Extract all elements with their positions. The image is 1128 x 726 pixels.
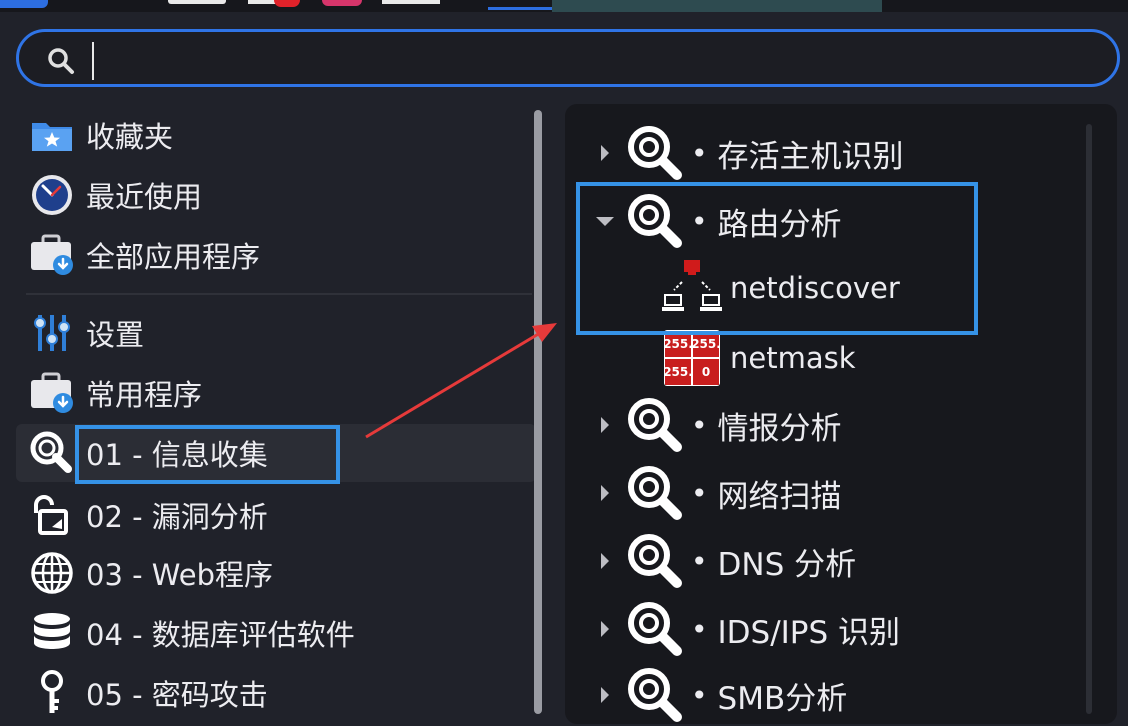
search-icon [48,48,74,74]
magnifier-icon [628,602,682,656]
bullet: • [691,136,708,170]
briefcase-download-icon [31,372,73,413]
tree-item-intelligence-analysis[interactable]: • 情报分析 [595,394,1075,456]
workspace-indicator [488,7,552,10]
taskbar-item[interactable] [168,0,226,4]
magnifier-icon [628,126,682,180]
chevron-right-icon[interactable] [599,619,611,639]
clock-icon [32,175,72,215]
bullet: • [691,678,708,712]
category-label: 02 - 漏洞分析 [86,500,268,534]
tree-item-label: IDS/IPS 识别 [717,614,901,651]
unlock-icon [34,495,68,535]
magnifier-icon [30,431,72,473]
category-label: 04 - 数据库评估软件 [86,618,355,652]
magnifier-icon [628,668,682,722]
category-04-database[interactable]: 04 - 数据库评估软件 [16,604,536,662]
category-all-apps[interactable]: 全部应用程序 [16,226,536,284]
netmask-octet: 255. [691,337,721,351]
category-settings[interactable]: 设置 [16,304,536,362]
app-label: netmask [730,341,856,375]
briefcase-download-icon [31,234,73,275]
netmask-octet: 0 [702,365,710,379]
bullet: • [691,612,708,646]
chevron-right-icon[interactable] [599,685,611,705]
chevron-right-icon[interactable] [599,415,611,435]
tree-item-live-host-identification[interactable]: • 存活主机识别 [595,122,1075,184]
category-recent[interactable]: 最近使用 [16,166,536,224]
annotation-box-route-analysis [576,182,978,335]
magnifier-icon [628,398,682,452]
category-05-password-attacks[interactable]: 05 - 密码攻击 [16,664,536,722]
top-panel [0,0,1128,12]
right-scrollbar[interactable] [1086,124,1092,714]
chevron-right-icon[interactable] [599,483,611,503]
menu-divider [26,293,532,295]
magnifier-icon [628,534,682,588]
taskbar-item[interactable] [274,0,300,7]
tree-item-network-scanning[interactable]: • 网络扫描 [595,462,1075,524]
netmask-octet: 255. [663,337,693,351]
netmask-octet: 255. [663,365,693,379]
magnifier-icon [628,466,682,520]
annotation-box-selected-category [75,425,340,484]
tree-item-label: 存活主机识别 [717,138,904,175]
bullet: • [691,544,708,578]
tree-item-label: 网络扫描 [717,478,842,515]
bullet: • [691,476,708,510]
tree-item-dns-analysis[interactable]: • DNS 分析 [595,530,1075,592]
left-scrollbar[interactable] [534,110,542,714]
app-menu-button[interactable] [0,0,48,8]
taskbar-window[interactable] [552,0,882,12]
category-03-web-apps[interactable]: 03 - Web程序 [16,544,536,602]
taskbar-item[interactable] [248,0,276,4]
app-netmask[interactable]: 255. 255. 255. 0 netmask [662,328,1082,388]
category-label: 03 - Web程序 [86,558,274,592]
category-label: 设置 [86,318,145,352]
tree-item-label: DNS 分析 [717,546,857,583]
tree-item-smb-analysis[interactable]: • SMB分析 [595,664,1075,726]
tree-item-label: 情报分析 [717,410,842,447]
chevron-right-icon[interactable] [599,551,611,571]
globe-icon [31,552,73,594]
tree-item-ids-ips-identification[interactable]: • IDS/IPS 识别 [595,598,1075,660]
search-input[interactable] [93,38,1097,80]
taskbar-item[interactable] [322,0,362,6]
category-label: 全部应用程序 [86,240,261,274]
category-label: 常用程序 [86,378,203,412]
category-label: 收藏夹 [86,120,174,154]
category-label: 最近使用 [86,180,203,214]
category-label: 05 - 密码攻击 [86,678,268,712]
chevron-right-icon[interactable] [599,143,611,163]
category-common-apps[interactable]: 常用程序 [16,364,536,422]
sliders-icon [34,315,70,351]
search-bar[interactable] [16,29,1120,87]
folder-star-icon [32,123,72,151]
category-02-vuln-analysis[interactable]: 02 - 漏洞分析 [16,486,536,544]
taskbar-item[interactable] [382,0,440,4]
category-favorites[interactable]: 收藏夹 [16,106,536,164]
bullet: • [691,408,708,442]
netmask-icon: 255. 255. 255. 0 [663,330,721,386]
database-icon [34,613,70,649]
tree-item-label: SMB分析 [717,680,848,717]
key-icon [41,670,63,713]
